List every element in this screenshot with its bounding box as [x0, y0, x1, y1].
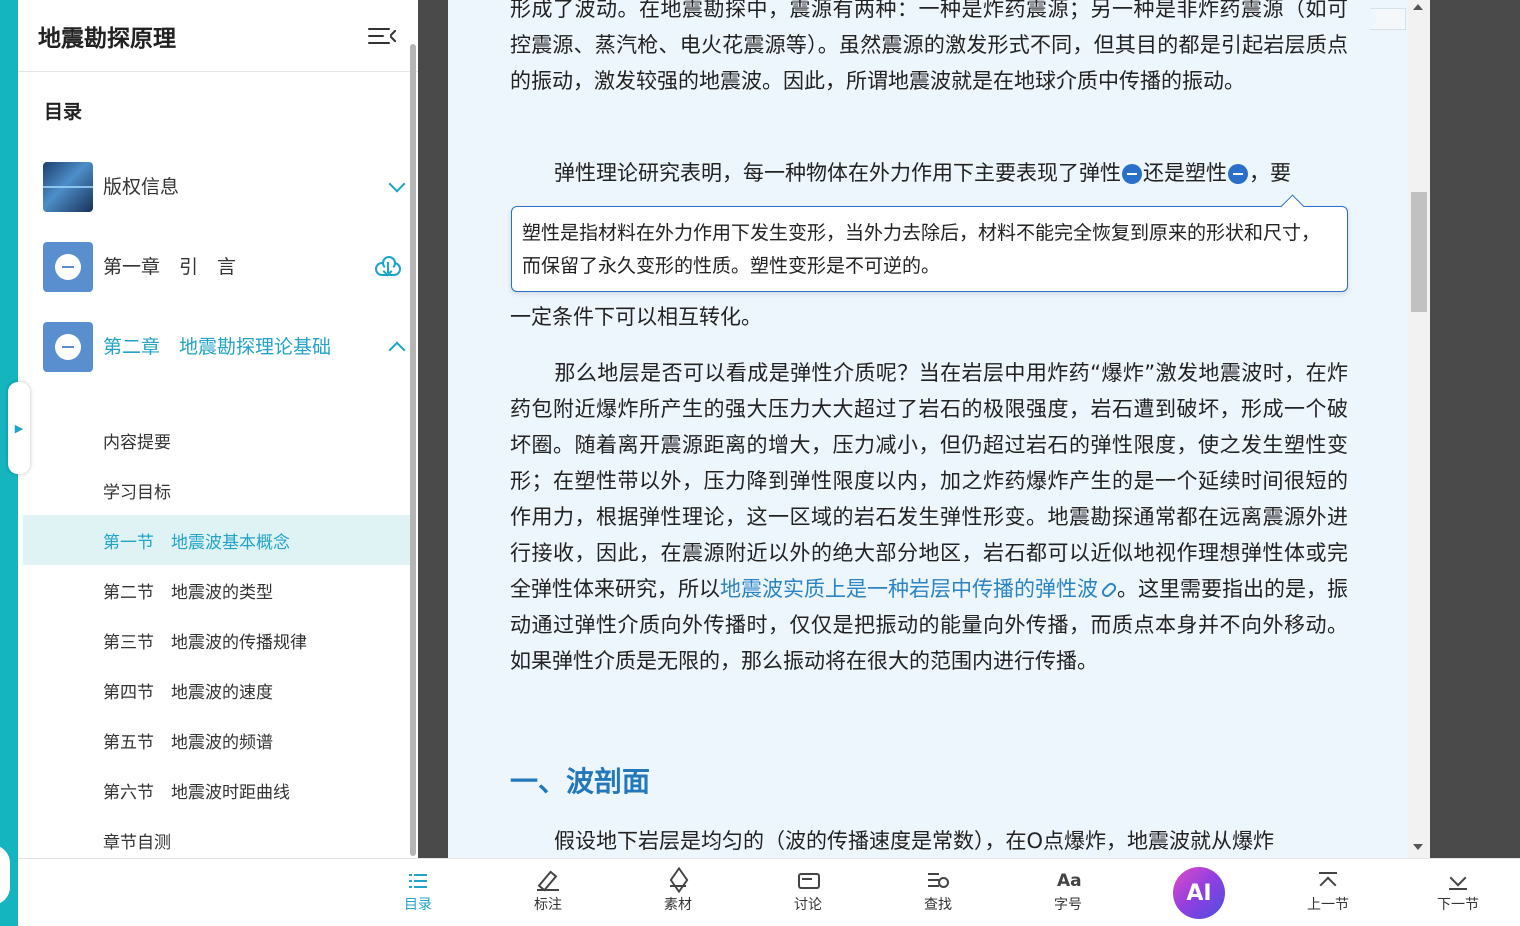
- paragraph-2: 弹性理论研究表明，每一种物体在外力作用下主要表现了弹性 还是塑性 ，要: [510, 155, 1348, 191]
- paragraph-text: 那么地层是否可以看成是弹性介质呢？当在岩层中用炸药“爆炸”激发地震波时，在炸药包…: [510, 361, 1348, 601]
- scroll-up-arrow-icon[interactable]: [1413, 4, 1423, 10]
- chapter-1[interactable]: 第一章 引 言: [43, 242, 413, 292]
- section-item[interactable]: 第五节 地震波的频谱: [23, 715, 413, 765]
- font-size-label: 字号: [1054, 896, 1082, 913]
- chapter-2[interactable]: 第二章 地震勘探理论基础: [43, 322, 413, 372]
- paragraph-text: 假设地下岩层是均匀的（波的传播速度是常数），在O点爆炸，地震波就从爆炸: [554, 829, 1275, 853]
- paragraph-1: 形成了波动。在地震勘探中，震源有两种：一种是炸药震源；另一种是非炸药震源（如可控…: [510, 0, 1348, 93]
- paragraph-2-end: 一定条件下可以相互转化。: [510, 305, 762, 329]
- discuss-label: 讨论: [794, 896, 822, 913]
- search-button[interactable]: 查找: [893, 859, 983, 925]
- chevron-down-icon: [1447, 871, 1469, 891]
- chapter-thumbnail: [43, 242, 93, 292]
- chapter-title: 第二章 地震勘探理论基础: [103, 336, 332, 358]
- toc-label: 目录: [404, 896, 432, 913]
- ai-assistant-button[interactable]: AI: [1173, 867, 1225, 919]
- next-section-label: 下一节: [1437, 896, 1479, 913]
- section-list: 内容提要 学习目标 第一节 地震波基本概念 第二节 地震波的类型 第三节 地震波…: [23, 415, 413, 858]
- section-item-active[interactable]: 第一节 地震波基本概念: [23, 515, 413, 565]
- right-margin: [1430, 0, 1520, 858]
- prev-section-button[interactable]: 上一节: [1283, 859, 1373, 925]
- term-tooltip: 塑性是指材料在外力作用下发生变形，当外力去除后，材料不能完全恢复到原来的形状和尺…: [511, 206, 1348, 292]
- next-section-button[interactable]: 下一节: [1413, 859, 1503, 925]
- toc-label: 目录: [44, 101, 83, 123]
- chevron-down-icon[interactable]: [388, 175, 406, 193]
- sidebar-toggle-tab[interactable]: ▶: [8, 382, 30, 474]
- section-item[interactable]: 内容提要: [23, 415, 413, 465]
- section-item[interactable]: 第六节 地震波时距曲线: [23, 765, 413, 815]
- section-item[interactable]: 第四节 地震波的速度: [23, 665, 413, 715]
- list-icon: [407, 871, 429, 891]
- paragraph-text: ，要: [1249, 161, 1291, 185]
- chevron-up-icon: [1317, 871, 1339, 891]
- scrollbar-thumb[interactable]: [1411, 192, 1427, 312]
- paragraph-text: 弹性理论研究表明，每一种物体在外力作用下主要表现了弹性: [554, 161, 1121, 185]
- collapse-menu-icon[interactable]: [368, 24, 397, 48]
- reader-content: 形成了波动。在地震勘探中，震源有两种：一种是炸药震源；另一种是非炸药震源（如可控…: [448, 0, 1408, 858]
- section-heading: 一、波剖面: [510, 765, 651, 798]
- chapter-title: 第一章 引 言: [103, 256, 237, 278]
- annotate-button[interactable]: 标注: [503, 859, 593, 925]
- cloud-download-icon[interactable]: [373, 256, 403, 278]
- bookmark-icon[interactable]: [1370, 8, 1406, 30]
- discuss-button[interactable]: 讨论: [763, 859, 853, 925]
- paragraph-3: 那么地层是否可以看成是弹性介质呢？当在岩层中用炸药“爆炸”激发地震波时，在炸药包…: [510, 355, 1348, 679]
- bottom-toolbar: 目录 标注 素材 讨论 查找 Aa 字号 AI 上一节 下一节: [18, 858, 1520, 926]
- font-size-icon: Aa: [1057, 870, 1082, 891]
- term-note-icon[interactable]: [1228, 164, 1248, 184]
- chapter-thumbnail: [43, 162, 93, 212]
- chevron-up-icon[interactable]: [388, 341, 406, 359]
- sidebar: 地震勘探原理 目录 版权信息 第一章 引 言 第二章 地震勘探理论基础 内容提要…: [18, 0, 418, 858]
- chapter-copyright[interactable]: 版权信息: [43, 162, 413, 212]
- caret-right-icon: ▶: [14, 421, 24, 435]
- gutter: [418, 0, 448, 858]
- paragraph-4: 假设地下岩层是均匀的（波的传播速度是常数），在O点爆炸，地震波就从爆炸: [510, 823, 1348, 858]
- toc-button[interactable]: 目录: [373, 859, 463, 925]
- annotate-label: 标注: [534, 896, 562, 913]
- search-icon: [927, 871, 949, 891]
- layers-icon: [667, 871, 689, 891]
- chapter-title: 版权信息: [103, 176, 180, 198]
- chapter-thumbnail: [43, 322, 93, 372]
- material-button[interactable]: 素材: [633, 859, 723, 925]
- scroll-down-arrow-icon[interactable]: [1413, 844, 1423, 850]
- section-item[interactable]: 第三节 地震波的传播规律: [23, 615, 413, 665]
- font-size-button[interactable]: Aa 字号: [1023, 859, 1113, 925]
- content-scrollbar[interactable]: [1408, 0, 1430, 858]
- section-item[interactable]: 章节自测: [23, 815, 413, 858]
- sidebar-scrollbar[interactable]: [410, 44, 416, 856]
- chat-icon: [797, 871, 820, 891]
- prev-section-label: 上一节: [1307, 896, 1349, 913]
- knowledge-link[interactable]: 地震波实质上是一种岩层中传播的弹性波: [720, 577, 1098, 601]
- link-icon[interactable]: [1099, 580, 1119, 600]
- book-title: 地震勘探原理: [38, 25, 176, 52]
- section-item[interactable]: 第二节 地震波的类型: [23, 565, 413, 615]
- sidebar-header: 地震勘探原理: [18, 0, 418, 72]
- material-label: 素材: [664, 896, 692, 913]
- search-label: 查找: [924, 896, 952, 913]
- paragraph-text: 还是塑性: [1143, 161, 1227, 185]
- term-note-icon[interactable]: [1122, 164, 1142, 184]
- pen-icon: [537, 871, 559, 891]
- section-item[interactable]: 学习目标: [23, 465, 413, 515]
